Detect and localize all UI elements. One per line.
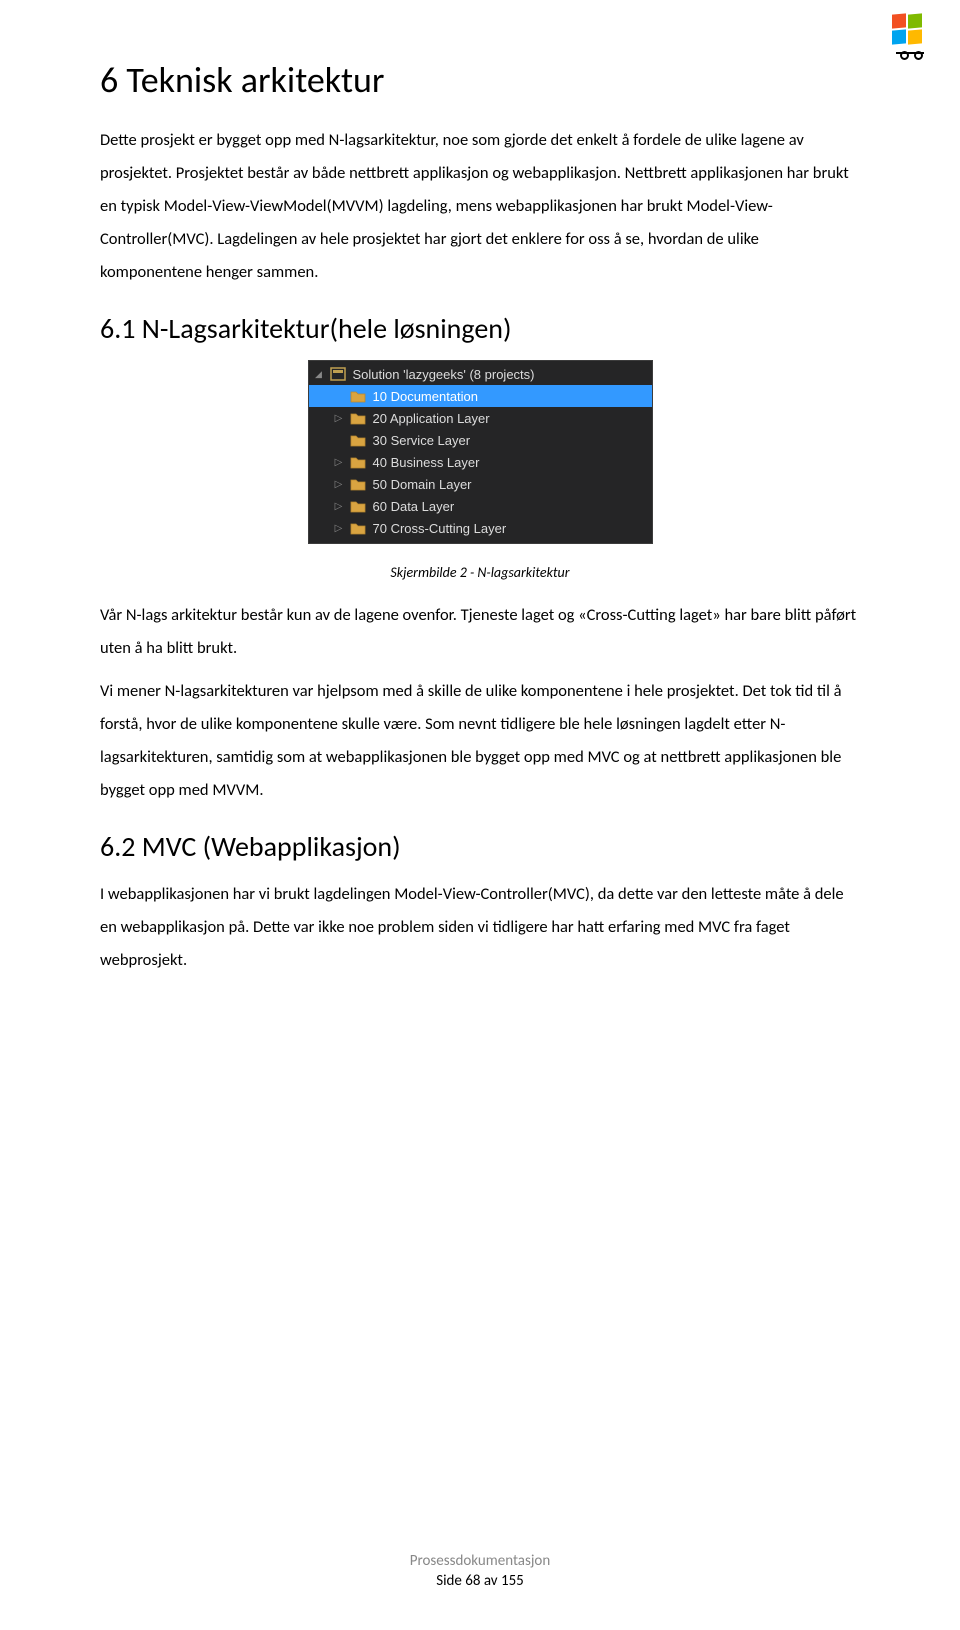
folder-icon: [349, 520, 367, 536]
folder-label: 50 Domain Layer: [371, 477, 472, 492]
folder-label: 60 Data Layer: [371, 499, 455, 514]
page-footer: Prosessdokumentasjon Side 68 av 155: [0, 1552, 960, 1590]
solution-folder-row[interactable]: 70 Cross-Cutting Layer: [309, 517, 652, 539]
expand-arrow-icon[interactable]: [313, 369, 325, 380]
folder-icon: [349, 476, 367, 492]
expand-arrow-icon[interactable]: [333, 479, 345, 490]
paragraph-2: Vår N-lags arkitektur består kun av de l…: [100, 599, 860, 665]
folder-label: 10 Documentation: [371, 389, 479, 404]
solution-explorer-panel: Solution 'lazygeeks' (8 projects) 10 Doc…: [308, 360, 653, 544]
solution-row[interactable]: Solution 'lazygeeks' (8 projects): [309, 363, 652, 385]
paragraph-4: I webapplikasjonen har vi brukt lagdelin…: [100, 878, 860, 977]
expand-arrow-icon[interactable]: [333, 501, 345, 512]
folder-icon: [349, 454, 367, 470]
footer-page-number: Side 68 av 155: [0, 1572, 960, 1590]
solution-label: Solution 'lazygeeks' (8 projects): [351, 367, 535, 382]
solution-folder-row[interactable]: 50 Domain Layer: [309, 473, 652, 495]
folder-label: 40 Business Layer: [371, 455, 480, 470]
chapter-heading: 6 Teknisk arkitektur: [100, 58, 860, 102]
solution-folder-row[interactable]: 60 Data Layer: [309, 495, 652, 517]
screenshot-caption: Skjermbilde 2 - N-lagsarkitektur: [100, 564, 860, 581]
expand-arrow-icon[interactable]: [333, 523, 345, 534]
folder-icon: [349, 388, 367, 404]
solution-folder-row[interactable]: 20 Application Layer: [309, 407, 652, 429]
folder-icon: [349, 432, 367, 448]
solution-folder-row[interactable]: 40 Business Layer: [309, 451, 652, 473]
footer-doc-title: Prosessdokumentasjon: [0, 1552, 960, 1570]
folder-label: 70 Cross-Cutting Layer: [371, 521, 507, 536]
paragraph-intro: Dette prosjekt er bygget opp med N-lagsa…: [100, 124, 860, 289]
solution-folder-row[interactable]: 10 Documentation: [309, 385, 652, 407]
expand-arrow-icon[interactable]: [333, 457, 345, 468]
solution-icon: [329, 366, 347, 382]
windows-store-logo-icon: [890, 12, 930, 52]
expand-arrow-icon[interactable]: [333, 413, 345, 424]
folder-label: 20 Application Layer: [371, 411, 490, 426]
solution-folder-row[interactable]: 30 Service Layer: [309, 429, 652, 451]
paragraph-3: Vi mener N-lagsarkitekturen var hjelpsom…: [100, 675, 860, 807]
folder-label: 30 Service Layer: [371, 433, 471, 448]
section-heading-6-2: 6.2 MVC (Webapplikasjon): [100, 829, 860, 864]
folder-icon: [349, 410, 367, 426]
folder-icon: [349, 498, 367, 514]
section-heading-6-1: 6.1 N-Lagsarkitektur(hele løsningen): [100, 311, 860, 346]
